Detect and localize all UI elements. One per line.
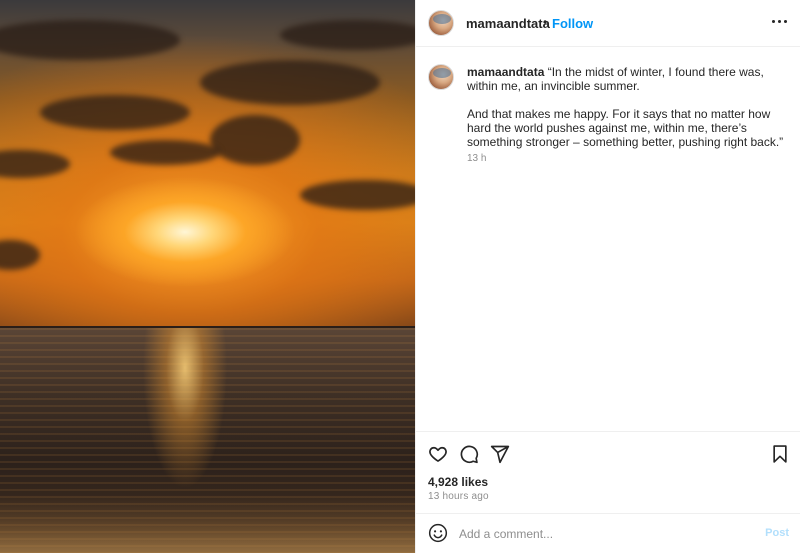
post-comment-button[interactable]: Post: [765, 527, 789, 539]
heart-icon[interactable]: [428, 444, 448, 464]
post-side-panel: mamaandtata • Follow mamaandtata “In the…: [415, 0, 800, 553]
likes-count[interactable]: 4,928 likes: [428, 475, 488, 489]
comment-input[interactable]: [459, 524, 749, 544]
cloud: [40, 95, 190, 130]
author-username[interactable]: mamaandtata: [466, 16, 550, 31]
post-timestamp: 13 hours ago: [428, 491, 489, 502]
post-photo: [0, 0, 415, 553]
comment-bar: Post: [416, 513, 800, 553]
more-dot: [784, 20, 787, 23]
author-avatar[interactable]: [428, 10, 454, 36]
follow-button[interactable]: Follow: [552, 16, 593, 31]
caption-username[interactable]: mamaandtata: [467, 65, 544, 79]
post-dialog: mamaandtata • Follow mamaandtata “In the…: [0, 0, 800, 553]
more-dot: [778, 20, 781, 23]
more-horizontal-icon[interactable]: [772, 20, 787, 23]
shore: [0, 495, 415, 553]
post-header: mamaandtata • Follow: [416, 0, 800, 47]
more-dot: [772, 20, 775, 23]
share-icon[interactable]: [490, 444, 510, 464]
post-actions: 4,928 likes 13 hours ago: [416, 431, 800, 513]
cloud: [200, 60, 380, 105]
caption-timestamp[interactable]: 13 h: [467, 153, 486, 164]
caption-author-avatar[interactable]: [428, 64, 454, 90]
cloud: [110, 140, 220, 165]
separator-dot: •: [543, 15, 548, 29]
cloud: [210, 115, 300, 165]
post-caption: mamaandtata “In the midst of winter, I f…: [416, 47, 800, 431]
emoji-icon[interactable]: [428, 523, 448, 548]
caption-text: mamaandtata “In the midst of winter, I f…: [467, 65, 787, 149]
comment-icon[interactable]: [459, 444, 479, 464]
bookmark-icon[interactable]: [771, 444, 789, 464]
